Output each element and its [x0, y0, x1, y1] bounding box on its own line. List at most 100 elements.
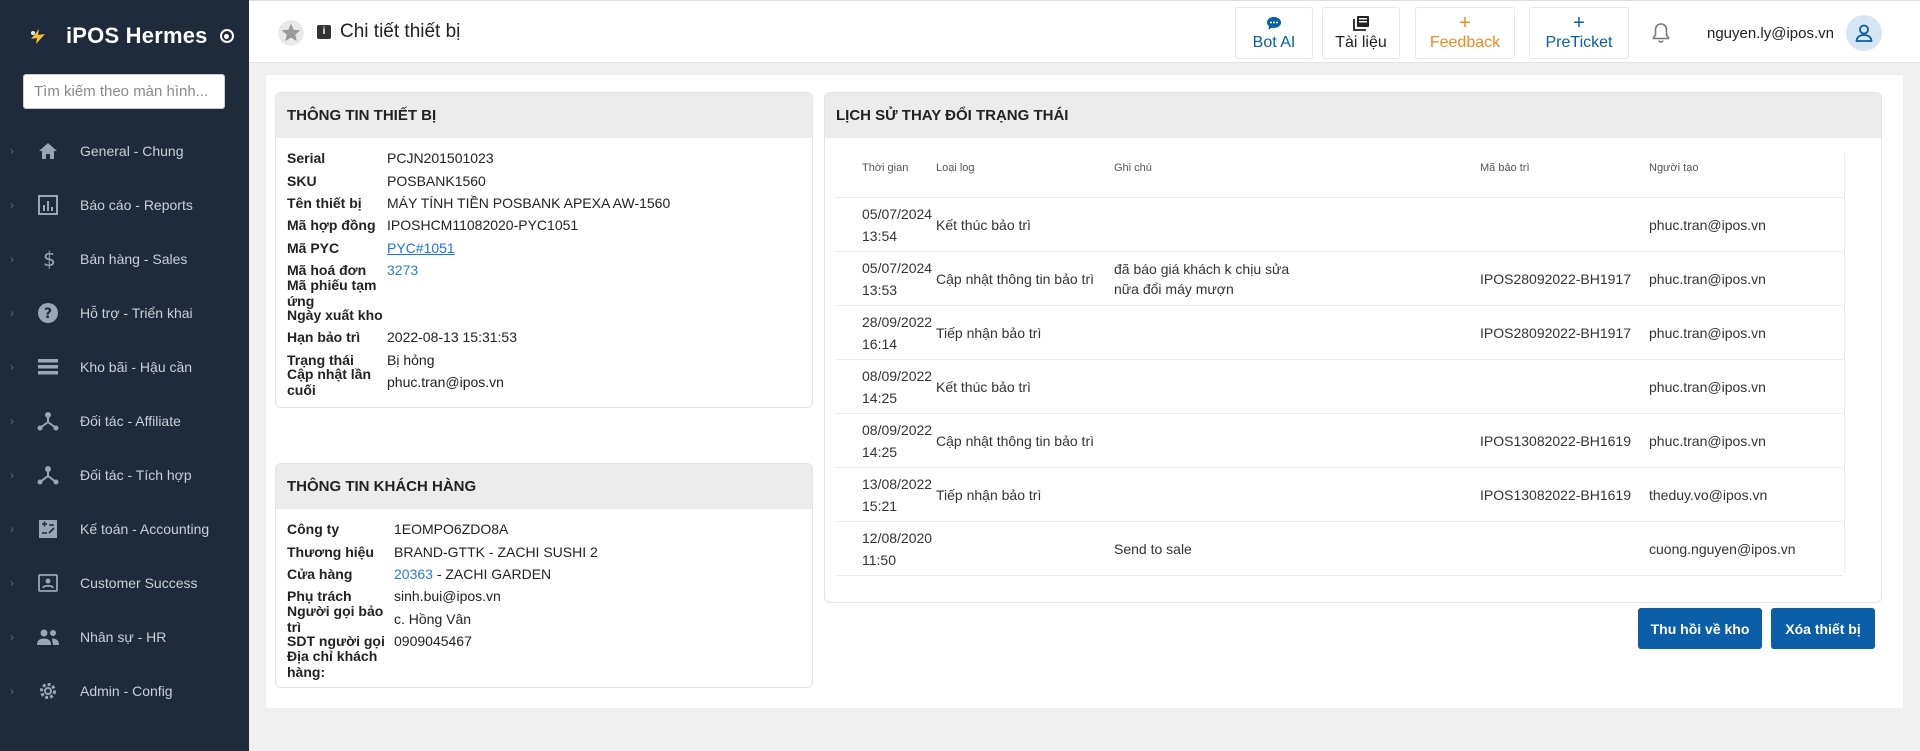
delete-device-button[interactable]: Xóa thiết bị — [1771, 608, 1875, 649]
sidebar-item-7[interactable]: › Đối tác - Tích hợp — [0, 448, 249, 502]
time-text: 14:25 — [862, 443, 898, 460]
field-label: Công ty — [287, 521, 340, 538]
time-text: 13:53 — [862, 281, 898, 298]
date-text: 05/07/2024 — [862, 259, 933, 276]
device-field-row: Serial PCJN201501023 — [287, 147, 812, 169]
docs-label: Tài liệu — [1335, 34, 1387, 51]
field-label: Serial — [287, 150, 326, 167]
chevron-right-icon: › — [10, 252, 14, 266]
favorite-star-icon[interactable] — [277, 19, 305, 47]
sidebar-item-label: Đối tác - Affiliate — [80, 413, 181, 429]
bot-ai-button[interactable]: Bot AI — [1235, 7, 1313, 59]
chevron-right-icon: › — [10, 684, 14, 698]
brand[interactable]: iPOS Hermes — [0, 0, 249, 72]
sidebar-item-label: Admin - Config — [80, 683, 173, 699]
date-text: 13/08/2022 — [862, 475, 933, 492]
sidebar-item-10[interactable]: › Nhân sự - HR — [0, 610, 249, 664]
device-field-row: SKU POSBANK1560 — [287, 169, 812, 191]
sidebar-item-8[interactable]: › Kế toán - Accounting — [0, 502, 249, 556]
chevron-right-icon: › — [10, 522, 14, 536]
preticket-label: PreTicket — [1545, 34, 1613, 51]
list-icon — [36, 355, 60, 379]
customer-info-fields: Công ty 1EOMPO6ZDO8A Thương hiệu BRAND-GTTK… — [276, 509, 812, 680]
field-value[interactable]: PYC#1051 — [387, 240, 455, 256]
device-info-panel: THÔNG TIN THIẾT BỊ Serial PCJN201501023 SK… — [275, 92, 813, 408]
field-value: IPOSHCM11082020-PYC1051 — [387, 217, 579, 234]
customer-field-row: Thương hiệu BRAND-GTTK - ZACHI SUSHI 2 — [287, 540, 812, 562]
sidebar-item-9[interactable]: › Customer Success — [0, 556, 249, 610]
column-header-maintenance-code: Mã bảo trì — [1480, 161, 1530, 174]
time-text: 13:54 — [862, 227, 898, 244]
cell-creator: phuc.tran@ipos.vn — [1649, 216, 1766, 233]
screen-search-input[interactable] — [23, 74, 225, 109]
device-info-fields: Serial PCJN201501023 SKU POSBANK1560 Tên thi… — [276, 138, 812, 398]
date-text: 08/09/2022 — [862, 421, 933, 438]
field-value: 2022-08-13 15:31:53 — [387, 329, 517, 346]
sidebar-item-label: Kế toán - Accounting — [80, 521, 210, 537]
sidebar-item-label: Kho bãi - Hậu cần — [80, 359, 193, 375]
field-label: Cửa hàng — [287, 565, 353, 582]
brand-logo-icon — [26, 24, 50, 48]
chevron-right-icon: › — [10, 468, 14, 482]
customer-field-row: Công ty 1EOMPO6ZDO8A — [287, 518, 812, 540]
library-book-icon — [1352, 14, 1370, 32]
field-label: Cập nhật lần cuối — [287, 366, 372, 399]
cell-time: 05/07/2024 13:53 — [836, 257, 936, 301]
cell-log-type: Tiếp nhận bảo trì — [936, 486, 1042, 503]
dollar-icon: $ — [36, 247, 60, 271]
plus-icon: + — [1573, 12, 1585, 34]
sidebar-item-1[interactable]: › General - Chung — [0, 124, 249, 178]
preticket-button[interactable]: + PreTicket — [1529, 7, 1629, 59]
field-label: SKU — [287, 172, 317, 189]
store-name: - ZACHI GARDEN — [432, 565, 552, 582]
device-field-row: Mã hợp đồng IPOSHCM11082020-PYC1051 — [287, 214, 812, 236]
status-history-panel: LỊCH SỬ THAY ĐỔI TRẠNG THÁI Thời gian Lo… — [824, 92, 1882, 603]
cell-maintenance-code: IPOS28092022-BH1917 — [1480, 270, 1631, 287]
field-value: 0909045467 — [394, 633, 472, 650]
user-avatar-icon[interactable] — [1846, 15, 1882, 51]
sidebar-item-11[interactable]: › Admin - Config — [0, 664, 249, 718]
device-field-row: Tên thiết bị MÁY TÍNH TIỀN POSBANK APEXA … — [287, 192, 812, 214]
chevron-right-icon: › — [10, 630, 14, 644]
sidebar-item-3[interactable]: › $ Bán hàng - Sales — [0, 232, 249, 286]
sidebar-item-6[interactable]: › Đối tác - Affiliate — [0, 394, 249, 448]
feedback-button[interactable]: + Feedback — [1415, 7, 1515, 59]
table-row: 05/07/2024 13:53 Cập nhật thông tin bảo tr… — [836, 252, 1843, 306]
docs-button[interactable]: Tài liệu — [1322, 7, 1400, 59]
sidebar-item-5[interactable]: › Kho bãi - Hậu cần — [0, 340, 249, 394]
sidebar-item-label: Hỗ trợ - Triển khai — [80, 305, 193, 321]
field-value[interactable]: 3273 — [387, 262, 418, 278]
field-value: POSBANK1560 — [387, 172, 486, 189]
date-text: 08/09/2022 — [862, 367, 933, 384]
sidebar-item-4[interactable]: ›? Hỗ trợ - Triển khai — [0, 286, 249, 340]
field-value: phuc.tran@ipos.vn — [387, 374, 504, 391]
recall-to-warehouse-button[interactable]: Thu hồi về kho — [1638, 608, 1762, 649]
sidebar-item-label: Báo cáo - Reports — [80, 197, 193, 213]
chevron-right-icon: › — [10, 306, 14, 320]
user-email[interactable]: nguyen.ly@ipos.vn — [1707, 25, 1834, 42]
column-header-time: Thời gian — [862, 161, 909, 174]
radio-dot-icon[interactable] — [219, 29, 234, 43]
notification-bell-icon[interactable] — [1649, 21, 1673, 45]
cell-log-type: Cập nhật thông tin bảo trì — [936, 270, 1094, 287]
field-value: 1EOMPO6ZDO8A — [394, 521, 509, 538]
cell-note: đã báo giá khách k chịu sửa nữa đổi máy … — [1114, 259, 1480, 299]
field-label: Ngày xuất kho — [287, 306, 383, 323]
plus-icon: + — [1459, 12, 1471, 34]
contact-card-icon — [36, 571, 60, 595]
customer-field-row: Địa chỉ khách hàng: — [287, 648, 812, 680]
device-info-heading: THÔNG TIN THIẾT BỊ — [276, 93, 812, 138]
device-field-row: Mã PYC PYC#1051 — [287, 237, 812, 259]
customer-info-panel: THÔNG TIN KHÁCH HÀNG Công ty 1EOMPO6ZDO8A… — [275, 463, 813, 688]
gear-icon — [36, 679, 60, 703]
store-link[interactable]: 20363 — [394, 566, 433, 582]
status-history-heading: LỊCH SỬ THAY ĐỔI TRẠNG THÁI — [825, 93, 1881, 138]
sidebar-item-2[interactable]: › Báo cáo - Reports — [0, 178, 249, 232]
sidebar-item-label: Bán hàng - Sales — [80, 251, 188, 267]
time-text: 16:14 — [862, 335, 898, 352]
home-icon — [36, 139, 60, 163]
table-row: 13/08/2022 15:21 Tiếp nhận bảo trì IPOS1308… — [836, 468, 1843, 522]
cell-time: 13/08/2022 15:21 — [836, 473, 936, 517]
cell-log-type: Cập nhật thông tin bảo trì — [936, 432, 1094, 449]
sidebar-item-label: Nhân sự - HR — [80, 629, 167, 645]
